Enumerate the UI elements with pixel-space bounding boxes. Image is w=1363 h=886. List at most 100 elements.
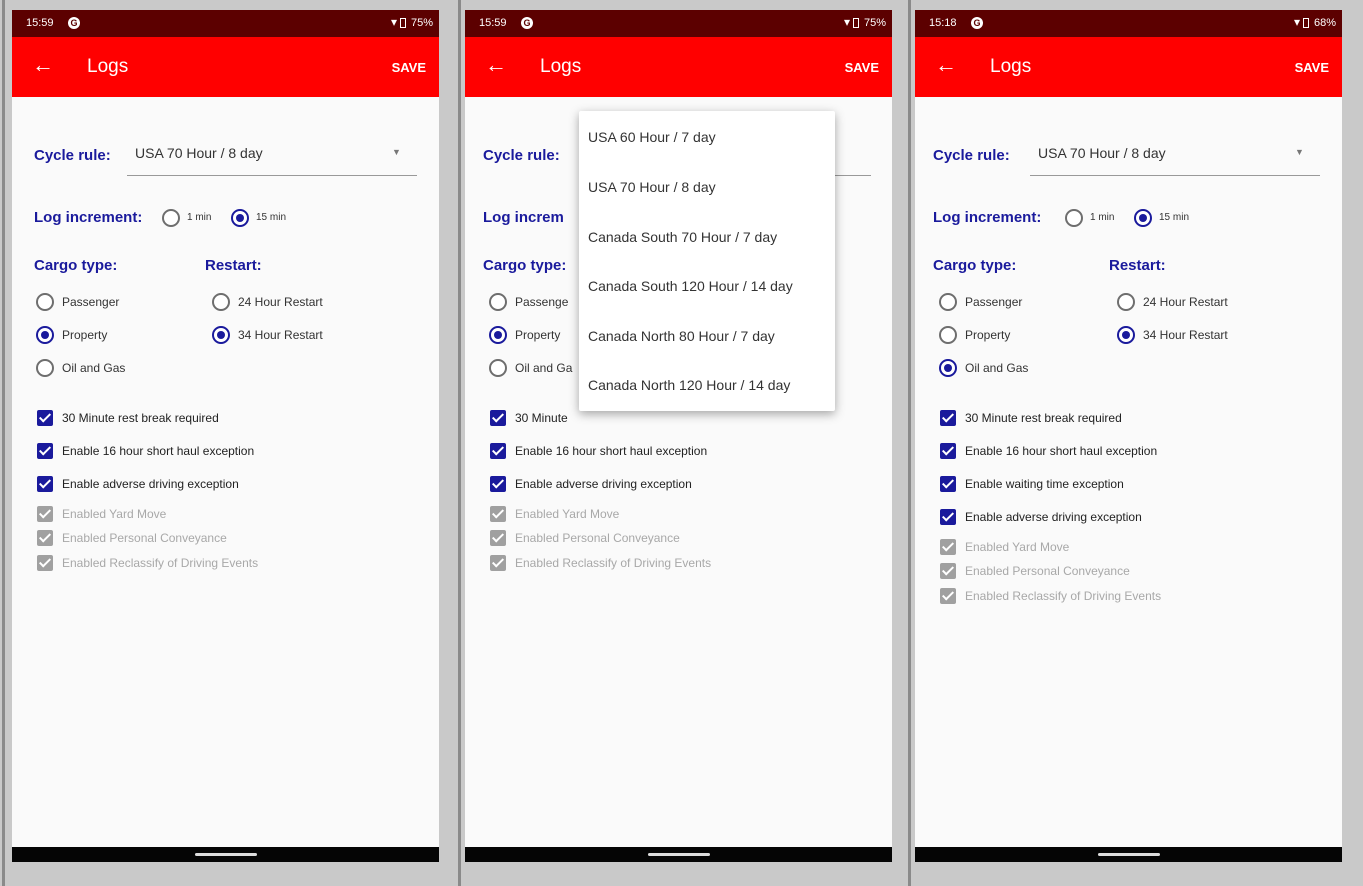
radio-restart-34[interactable] <box>212 326 230 344</box>
checkbox-reclassify <box>490 555 506 571</box>
radio-1min-label: 1 min <box>187 212 212 223</box>
nav-bar <box>915 847 1342 862</box>
battery-percent: 75% <box>863 17 886 29</box>
radio-passenger[interactable] <box>489 293 507 311</box>
settings-form: Cycle rule: Log increm Cargo type: Passe… <box>465 97 892 847</box>
checkbox-short-haul[interactable] <box>37 443 53 459</box>
radio-15min[interactable] <box>231 209 249 227</box>
home-indicator[interactable] <box>1097 853 1160 856</box>
radio-property-label: Property <box>62 328 108 342</box>
checkbox-waiting-time[interactable] <box>940 476 956 492</box>
wifi-icon: ▾ <box>390 15 397 29</box>
checkbox-rest-break[interactable] <box>37 410 53 426</box>
dropdown-option[interactable]: Canada North 120 Hour / 14 day <box>588 377 790 393</box>
checkbox-label: Enabled Reclassify of Driving Events <box>62 556 259 570</box>
nav-bar <box>465 847 892 862</box>
app-bar: ← Logs SAVE <box>12 37 439 97</box>
restart-label: Restart: <box>205 257 262 274</box>
checkbox-label: Enabled Yard Move <box>515 507 620 521</box>
select-underline <box>127 175 417 176</box>
left-edge <box>2 0 5 886</box>
checkbox-label: Enable waiting time exception <box>965 477 1124 491</box>
restart-label: Restart: <box>1109 257 1166 274</box>
checkbox-label: Enable adverse driving exception <box>515 477 692 491</box>
radio-1min[interactable] <box>162 209 180 227</box>
save-button[interactable]: SAVE <box>1295 60 1329 75</box>
home-indicator[interactable] <box>647 853 710 856</box>
radio-property[interactable] <box>36 326 54 344</box>
checkbox-personal-conveyance <box>490 530 506 546</box>
cycle-rule-label: Cycle rule: <box>933 147 1010 164</box>
status-time: 15:18 <box>929 17 957 29</box>
battery-icon <box>1303 18 1309 28</box>
dropdown-option[interactable]: Canada North 80 Hour / 7 day <box>588 328 775 344</box>
dropdown-option[interactable]: USA 60 Hour / 7 day <box>588 129 716 145</box>
divider-1 <box>458 0 461 886</box>
radio-property[interactable] <box>489 326 507 344</box>
radio-property-label: Property <box>965 328 1011 342</box>
radio-restart-24-label: 24 Hour Restart <box>238 295 323 309</box>
status-bar: 15:59 G ▾ 75% <box>465 10 892 37</box>
checkbox-personal-conveyance <box>37 530 53 546</box>
radio-15min-label: 15 min <box>1159 212 1190 223</box>
settings-form: Cycle rule: USA 70 Hour / 8 day ▼ Log in… <box>12 97 439 847</box>
arrow-left-icon[interactable]: ← <box>32 51 54 79</box>
phone-screen-2: 15:59 G ▾ 75% ← Logs SAVE Cycle rule: Lo… <box>465 10 892 862</box>
log-increment-label: Log increment: <box>34 209 143 226</box>
radio-restart-34[interactable] <box>1117 326 1135 344</box>
checkbox-adverse-driving[interactable] <box>37 476 53 492</box>
radio-oil-gas[interactable] <box>36 359 54 377</box>
radio-restart-24[interactable] <box>1117 293 1135 311</box>
app-bar: ← Logs SAVE <box>915 37 1342 97</box>
radio-passenger-label: Passenge <box>515 295 569 309</box>
checkbox-short-haul[interactable] <box>490 443 506 459</box>
checkbox-reclassify <box>37 555 53 571</box>
radio-oil-gas[interactable] <box>489 359 507 377</box>
radio-15min[interactable] <box>1134 209 1152 227</box>
page-title: Logs <box>540 56 582 77</box>
status-bar: 15:59 G ▾ 75% <box>12 10 439 37</box>
checkbox-label: Enabled Personal Conveyance <box>62 531 227 545</box>
radio-oil-gas[interactable] <box>939 359 957 377</box>
dropdown-option[interactable]: USA 70 Hour / 8 day <box>588 179 716 195</box>
phone-screen-3: 15:18 G ▾ 68% ← Logs SAVE Cycle rule: US… <box>915 10 1342 862</box>
checkbox-label: Enable adverse driving exception <box>965 510 1142 524</box>
home-indicator[interactable] <box>194 853 257 856</box>
checkbox-label: Enable 16 hour short haul exception <box>62 444 255 458</box>
cycle-rule-label: Cycle rule: <box>34 147 111 164</box>
radio-15min-label: 15 min <box>256 212 287 223</box>
arrow-left-icon[interactable]: ← <box>935 51 957 79</box>
phone-screen-1: 15:59 G ▾ 75% ← Logs SAVE Cycle rule: US… <box>12 10 439 862</box>
dropdown-option[interactable]: Canada South 70 Hour / 7 day <box>588 229 777 245</box>
arrow-left-icon[interactable]: ← <box>485 51 507 79</box>
checkbox-rest-break[interactable] <box>490 410 506 426</box>
save-button[interactable]: SAVE <box>392 60 426 75</box>
checkbox-adverse-driving[interactable] <box>940 509 956 525</box>
radio-property[interactable] <box>939 326 957 344</box>
divider-2 <box>908 0 911 886</box>
radio-passenger[interactable] <box>36 293 54 311</box>
log-increment-label: Log increment: <box>933 209 1042 226</box>
cycle-rule-label: Cycle rule: <box>483 147 560 164</box>
radio-restart-24[interactable] <box>212 293 230 311</box>
checkbox-personal-conveyance <box>940 563 956 579</box>
dropdown-option[interactable]: Canada South 120 Hour / 14 day <box>588 278 793 294</box>
radio-1min[interactable] <box>1065 209 1083 227</box>
save-button[interactable]: SAVE <box>845 60 879 75</box>
checkbox-rest-break[interactable] <box>940 410 956 426</box>
battery-percent: 75% <box>410 17 433 29</box>
select-underline <box>1030 175 1320 176</box>
checkbox-yard-move <box>37 506 53 522</box>
checkbox-yard-move <box>940 539 956 555</box>
radio-passenger[interactable] <box>939 293 957 311</box>
wifi-icon: ▾ <box>843 15 850 29</box>
checkbox-adverse-driving[interactable] <box>490 476 506 492</box>
checkbox-short-haul[interactable] <box>940 443 956 459</box>
cycle-rule-dropdown-menu: USA 60 Hour / 7 day USA 70 Hour / 8 day … <box>579 111 835 411</box>
page-title: Logs <box>990 56 1032 77</box>
select-underline <box>835 175 871 176</box>
g-app-icon: G <box>68 17 80 29</box>
checkbox-label: Enabled Yard Move <box>62 507 167 521</box>
radio-oil-gas-label: Oil and Gas <box>62 361 126 375</box>
checkbox-reclassify <box>940 588 956 604</box>
